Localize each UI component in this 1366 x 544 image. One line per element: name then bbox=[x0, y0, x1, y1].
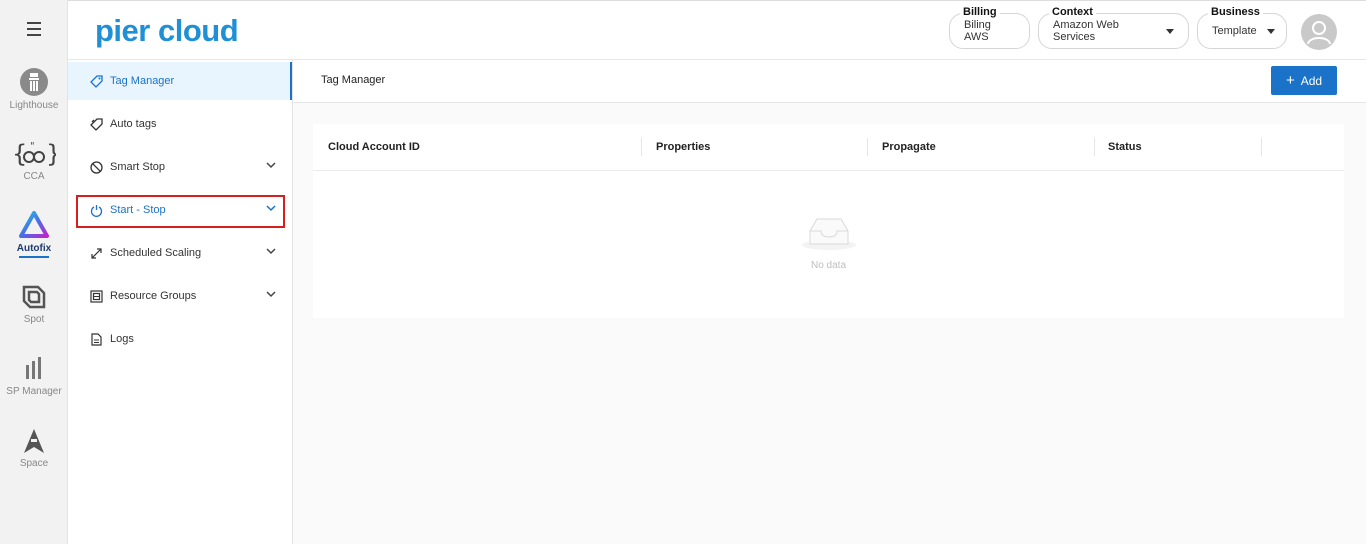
submenu-label: Logs bbox=[110, 333, 134, 345]
plus-icon: + bbox=[1285, 72, 1295, 89]
rail-item-space[interactable]: Space bbox=[0, 427, 68, 469]
context-value-box[interactable]: Amazon Web Services bbox=[1038, 13, 1189, 49]
submenu-item-auto-tags[interactable]: Auto tags bbox=[68, 105, 292, 143]
column-header-properties[interactable]: Properties bbox=[656, 141, 710, 153]
rail-item-lighthouse[interactable]: Lighthouse bbox=[0, 67, 68, 111]
chevron-down-icon[interactable] bbox=[266, 247, 276, 255]
user-avatar[interactable] bbox=[1301, 14, 1337, 50]
column-header-status[interactable]: Status bbox=[1108, 141, 1142, 153]
pier-cloud-logo[interactable]: pier cloud bbox=[95, 13, 239, 49]
billing-value: Biling AWS bbox=[964, 19, 991, 43]
empty-state-text: No data bbox=[810, 260, 847, 271]
submenu-item-tag-manager[interactable]: Tag Manager bbox=[68, 62, 292, 100]
business-label: Business bbox=[1208, 6, 1263, 18]
rail-label-lighthouse: Lighthouse bbox=[9, 100, 59, 111]
rail-item-cca[interactable]: { " } CCA bbox=[0, 140, 68, 182]
caret-down-icon bbox=[1166, 28, 1174, 34]
submenu-label: Scheduled Scaling bbox=[110, 247, 202, 259]
svg-text:}: } bbox=[46, 140, 56, 168]
business-value: Template bbox=[1212, 25, 1257, 37]
page-title-bar: Tag Manager + Add bbox=[293, 60, 1366, 103]
hamburger-menu-icon[interactable] bbox=[22, 18, 46, 42]
billing-value-box[interactable]: Biling AWS bbox=[949, 13, 1030, 49]
submenu-item-resource-groups[interactable]: Resource Groups bbox=[68, 277, 292, 315]
space-rocket-icon bbox=[24, 429, 44, 453]
column-divider bbox=[1094, 138, 1095, 156]
add-button[interactable]: + Add bbox=[1271, 66, 1337, 95]
caret-down-icon bbox=[1266, 28, 1275, 34]
tag-icon bbox=[89, 74, 103, 88]
column-divider bbox=[867, 138, 868, 156]
svg-text:": " bbox=[30, 141, 35, 152]
rail-item-sp-manager[interactable]: SP Manager bbox=[0, 355, 68, 397]
add-button-label: Add bbox=[1300, 73, 1323, 88]
empty-state: No data bbox=[313, 171, 1344, 318]
column-header-cloud-account-id[interactable]: Cloud Account ID bbox=[328, 141, 420, 153]
cca-icon: { " } bbox=[12, 140, 56, 168]
autofix-submenu: Tag Manager Auto tags Smart Stop Start -… bbox=[68, 60, 293, 544]
left-rail: Lighthouse { " } CCA Autofix bbox=[0, 0, 68, 544]
empty-inbox-icon bbox=[802, 218, 856, 250]
tag-table: Cloud Account ID Properties Propagate St… bbox=[313, 124, 1344, 318]
submenu-label: Tag Manager bbox=[110, 75, 175, 87]
rail-label-spot: Spot bbox=[23, 314, 45, 325]
document-icon bbox=[89, 332, 103, 346]
top-header: pier cloud Billing Biling AWS Context Am… bbox=[68, 0, 1366, 60]
start-stop-highlight-box bbox=[76, 195, 285, 228]
user-icon bbox=[1307, 21, 1331, 45]
active-rail-indicator bbox=[19, 256, 49, 258]
tags-icon bbox=[89, 117, 103, 131]
submenu-item-logs[interactable]: Logs bbox=[68, 320, 292, 358]
rail-label-autofix: Autofix bbox=[16, 243, 52, 254]
submenu-label: Smart Stop bbox=[110, 161, 166, 173]
submenu-label: Auto tags bbox=[110, 118, 157, 130]
page-title: Tag Manager bbox=[321, 74, 386, 86]
stop-circle-icon bbox=[89, 160, 103, 174]
expand-arrows-icon bbox=[89, 246, 103, 260]
table-header: Cloud Account ID Properties Propagate St… bbox=[313, 124, 1344, 171]
column-divider bbox=[1261, 138, 1262, 156]
business-value-box[interactable]: Template bbox=[1197, 13, 1287, 49]
submenu-item-scheduled-scaling[interactable]: Scheduled Scaling bbox=[68, 234, 292, 272]
submenu-item-smart-stop[interactable]: Smart Stop bbox=[68, 148, 292, 186]
rail-item-spot[interactable]: Spot bbox=[0, 283, 68, 325]
rail-label-space: Space bbox=[19, 458, 49, 469]
rail-label-sp-manager: SP Manager bbox=[6, 386, 62, 397]
autofix-icon bbox=[19, 211, 49, 238]
resource-group-icon bbox=[89, 289, 103, 303]
rail-item-autofix[interactable]: Autofix bbox=[0, 210, 68, 258]
billing-label: Billing bbox=[960, 6, 1000, 18]
column-divider bbox=[641, 138, 642, 156]
lighthouse-icon bbox=[20, 68, 48, 96]
chevron-down-icon[interactable] bbox=[266, 161, 276, 169]
context-label: Context bbox=[1049, 6, 1096, 18]
column-header-propagate[interactable]: Propagate bbox=[882, 141, 936, 153]
spot-icon bbox=[22, 285, 46, 309]
sp-manager-icon bbox=[26, 357, 41, 379]
rail-label-cca: CCA bbox=[23, 171, 45, 182]
submenu-label: Resource Groups bbox=[110, 290, 197, 302]
chevron-down-icon[interactable] bbox=[266, 290, 276, 298]
context-value: Amazon Web Services bbox=[1053, 19, 1119, 43]
